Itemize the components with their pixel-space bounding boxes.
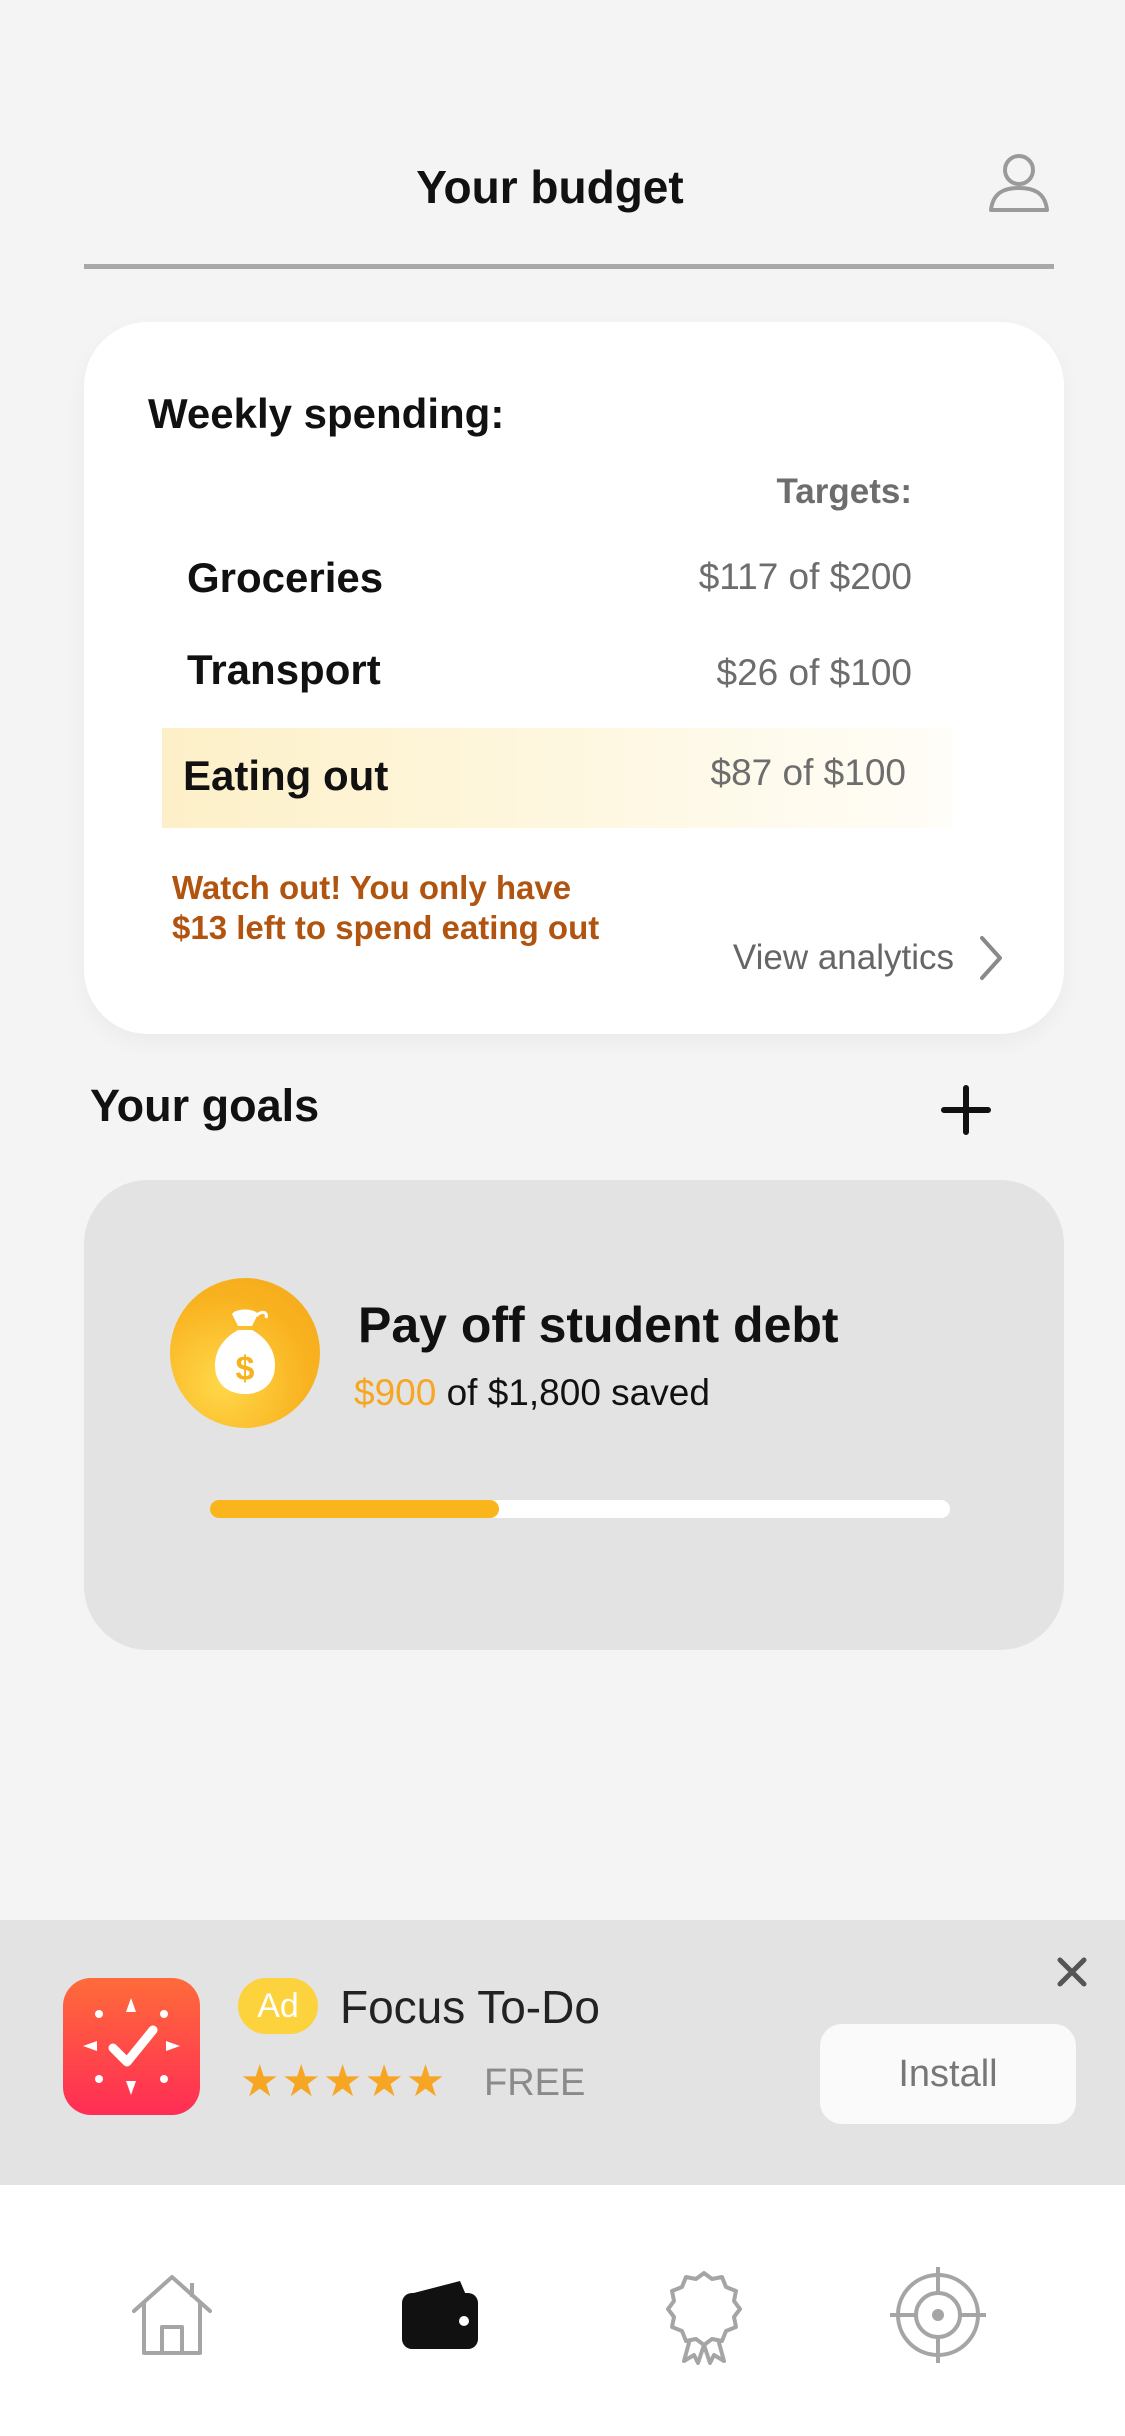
- money-bag-icon: $: [170, 1278, 320, 1428]
- install-button[interactable]: Install: [820, 2024, 1076, 2124]
- category-amount: $117 of $200: [698, 556, 912, 597]
- ad-banner[interactable]: Ad Focus To-Do ★★★★★ FREE Install: [0, 1920, 1125, 2185]
- profile-icon[interactable]: [985, 148, 1053, 216]
- award-icon[interactable]: [654, 2265, 754, 2365]
- category-amount: $26 of $100: [716, 652, 912, 693]
- chevron-right-icon[interactable]: [976, 934, 1006, 982]
- goal-card[interactable]: $ Pay off student debt $900 of $1,800 sa…: [84, 1180, 1064, 1650]
- target-icon[interactable]: [888, 2265, 988, 2365]
- goal-progress-bar: [210, 1500, 950, 1518]
- header-divider: [84, 264, 1054, 269]
- goal-progress-text: $900 of $1,800 saved: [354, 1372, 710, 1414]
- overspend-warning: Watch out! You only have $13 left to spe…: [172, 869, 600, 946]
- goal-saved-amount: $900: [354, 1372, 437, 1413]
- goal-target-text: of $1,800 saved: [436, 1372, 710, 1413]
- category-amount: $87 of $100: [710, 752, 906, 793]
- page-title: Your budget: [416, 161, 684, 213]
- close-icon[interactable]: [1052, 1952, 1092, 1992]
- goal-title: Pay off student debt: [358, 1297, 839, 1353]
- add-goal-button[interactable]: [936, 1080, 996, 1140]
- wallet-icon[interactable]: [390, 2265, 490, 2365]
- app-icon[interactable]: [63, 1978, 200, 2115]
- category-name: Transport: [187, 646, 381, 693]
- ad-price: FREE: [484, 2062, 586, 2104]
- ad-app-title[interactable]: Focus To-Do: [340, 1980, 600, 2034]
- category-name: Eating out: [183, 752, 389, 799]
- weekly-spending-heading: Weekly spending:: [148, 390, 505, 437]
- home-icon[interactable]: [122, 2265, 222, 2365]
- category-name: Groceries: [187, 554, 384, 601]
- star-rating-icon: ★★★★★: [240, 2057, 448, 2106]
- weekly-spending-card: Weekly spending: Targets: Groceries $117…: [84, 322, 1064, 1034]
- svg-text:$: $: [236, 1350, 255, 1388]
- goal-progress-fill: [210, 1500, 499, 1518]
- bottom-navigation: [0, 2185, 1125, 2436]
- goals-heading: Your goals: [90, 1080, 320, 1131]
- targets-label: Targets:: [776, 472, 913, 511]
- ad-label: Ad: [238, 1978, 318, 2034]
- view-analytics-link[interactable]: View analytics: [733, 938, 954, 978]
